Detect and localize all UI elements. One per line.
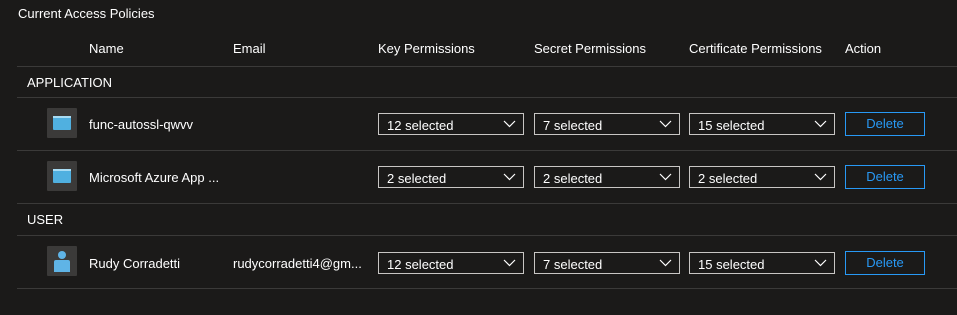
panel-title: Current Access Policies xyxy=(18,6,155,21)
column-header-email: Email xyxy=(233,41,266,56)
table-row: Rudy Corradetti rudycorradetti4@gm... 12… xyxy=(17,236,957,288)
chevron-down-icon xyxy=(814,120,827,128)
column-header-action: Action xyxy=(845,41,882,56)
secret-permissions-dropdown[interactable]: 2 selected xyxy=(534,166,680,188)
dropdown-value: 7 selected xyxy=(543,118,603,133)
key-permissions-dropdown[interactable]: 2 selected xyxy=(378,166,524,188)
app-registration-icon xyxy=(47,161,77,191)
column-header-secret-permissions: Secret Permissions xyxy=(534,41,646,56)
divider xyxy=(17,288,957,289)
delete-button[interactable]: Delete xyxy=(845,165,925,189)
row-email: rudycorradetti4@gm... xyxy=(233,256,362,271)
key-permissions-dropdown[interactable]: 12 selected xyxy=(378,252,524,274)
chevron-down-icon xyxy=(503,173,516,181)
certificate-permissions-dropdown[interactable]: 15 selected xyxy=(689,252,835,274)
chevron-down-icon xyxy=(814,173,827,181)
dropdown-value: 12 selected xyxy=(387,257,454,272)
section-label: APPLICATION xyxy=(27,75,113,90)
dropdown-value: 15 selected xyxy=(698,257,765,272)
chevron-down-icon xyxy=(659,173,672,181)
dropdown-value: 2 selected xyxy=(387,171,447,186)
table-row: Microsoft Azure App ... 2 selected 2 sel… xyxy=(17,151,957,203)
dropdown-value: 7 selected xyxy=(543,257,603,272)
section-label: USER xyxy=(27,212,64,227)
row-name: Rudy Corradetti xyxy=(89,256,181,271)
chevron-down-icon xyxy=(659,120,672,128)
section-user: USER xyxy=(17,204,957,235)
chevron-down-icon xyxy=(503,259,516,267)
secret-permissions-dropdown[interactable]: 7 selected xyxy=(534,252,680,274)
user-icon xyxy=(47,246,77,276)
chevron-down-icon xyxy=(814,259,827,267)
dropdown-value: 2 selected xyxy=(543,171,603,186)
table-row: func-autossl-qwvv 12 selected 7 selected… xyxy=(17,98,957,150)
section-application: APPLICATION xyxy=(17,67,957,98)
app-registration-icon xyxy=(47,108,77,138)
dropdown-value: 12 selected xyxy=(387,118,454,133)
dropdown-value: 15 selected xyxy=(698,118,765,133)
certificate-permissions-dropdown[interactable]: 2 selected xyxy=(689,166,835,188)
row-name: Microsoft Azure App ... xyxy=(89,170,220,185)
key-permissions-dropdown[interactable]: 12 selected xyxy=(378,113,524,135)
delete-button[interactable]: Delete xyxy=(845,251,925,275)
dropdown-value: 2 selected xyxy=(698,171,758,186)
column-header-key-permissions: Key Permissions xyxy=(378,41,475,56)
secret-permissions-dropdown[interactable]: 7 selected xyxy=(534,113,680,135)
chevron-down-icon xyxy=(503,120,516,128)
delete-button[interactable]: Delete xyxy=(845,112,925,136)
certificate-permissions-dropdown[interactable]: 15 selected xyxy=(689,113,835,135)
row-name: func-autossl-qwvv xyxy=(89,117,194,132)
chevron-down-icon xyxy=(659,259,672,267)
column-header-name: Name xyxy=(89,41,124,56)
column-header-certificate-permissions: Certificate Permissions xyxy=(689,41,822,56)
